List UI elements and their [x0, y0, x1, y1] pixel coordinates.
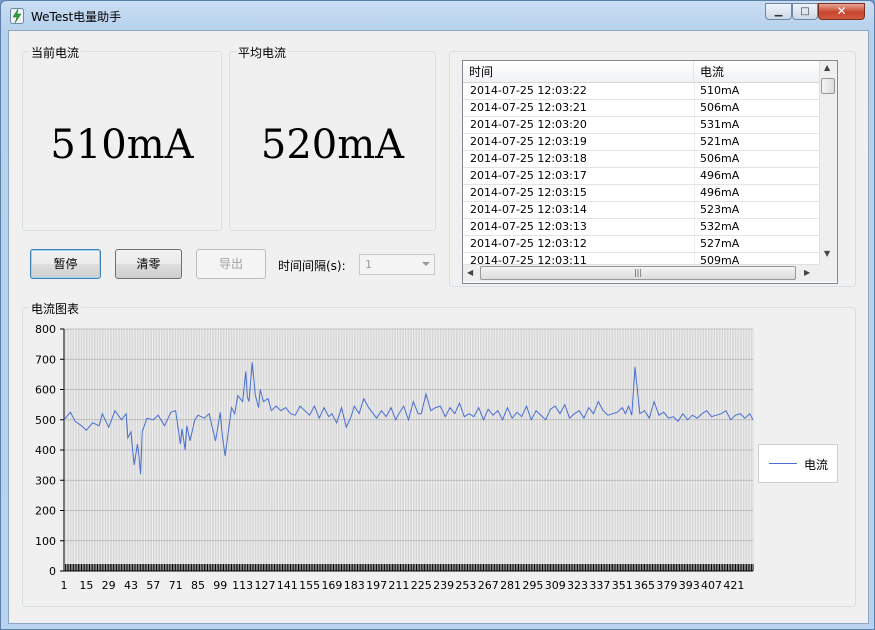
x-tick-label: 337	[589, 579, 610, 592]
x-tick-label: 239	[433, 579, 454, 592]
x-tick-label: 253	[455, 579, 476, 592]
x-tick-label: 99	[213, 579, 227, 592]
x-tick-label: 407	[701, 579, 722, 592]
y-tick-label: 700	[35, 353, 56, 366]
title-bar[interactable]: WeTest电量助手 ▁ □ ✕	[1, 1, 874, 29]
x-tick-label: 281	[500, 579, 521, 592]
x-tick-label: 295	[522, 579, 543, 592]
y-tick-label: 200	[35, 505, 56, 518]
lightning-bolt-icon	[10, 8, 24, 24]
x-tick-label: 85	[191, 579, 205, 592]
x-tick-label: 29	[102, 579, 116, 592]
x-tick-label: 323	[567, 579, 588, 592]
y-tick-label: 100	[35, 535, 56, 548]
legend-line-swatch	[769, 463, 797, 464]
x-tick-label: 225	[411, 579, 432, 592]
x-tick-label: 421	[723, 579, 744, 592]
x-tick-label: 127	[254, 579, 275, 592]
y-tick-label: 400	[35, 444, 56, 457]
y-tick-label: 800	[35, 323, 56, 336]
x-tick-label: 71	[169, 579, 183, 592]
window-title: WeTest电量助手	[31, 10, 122, 24]
x-tick-label: 183	[344, 579, 365, 592]
x-tick-label: 351	[612, 579, 633, 592]
minimize-button[interactable]: ▁	[765, 3, 792, 20]
x-tick-label: 169	[321, 579, 342, 592]
x-tick-label: 267	[478, 579, 499, 592]
main-window: WeTest电量助手 ▁ □ ✕ 当前电流 510mA 平均电流 520mA 暂…	[0, 0, 875, 630]
x-tick-label: 57	[146, 579, 160, 592]
x-tick-label: 211	[388, 579, 409, 592]
y-tick-label: 0	[49, 565, 56, 578]
x-tick-label: 141	[277, 579, 298, 592]
y-tick-label: 600	[35, 384, 56, 397]
y-tick-label: 500	[35, 414, 56, 427]
legend-label: 电流	[804, 458, 829, 472]
x-tick-label: 379	[656, 579, 677, 592]
x-tick-label: 43	[124, 579, 138, 592]
x-tick-label: 15	[79, 579, 93, 592]
x-minor-ticks	[63, 564, 754, 571]
x-tick-label: 393	[679, 579, 700, 592]
x-tick-label: 309	[545, 579, 566, 592]
x-tick-label: 1	[61, 579, 68, 592]
maximize-button[interactable]: □	[792, 3, 818, 20]
current-line-chart: 0 100 200 300 400 500 600 700 800 1 15 29 43 57 71 85 99…	[35, 323, 754, 592]
x-tick-label: 197	[366, 579, 387, 592]
close-button[interactable]: ✕	[818, 3, 865, 20]
x-tick-label: 113	[232, 579, 253, 592]
x-tick-label: 365	[634, 579, 655, 592]
x-tick-label: 155	[299, 579, 320, 592]
y-tick-label: 300	[35, 474, 56, 487]
chart-legend: 电流	[758, 444, 838, 483]
client-area: 当前电流 510mA 平均电流 520mA 暂停 清零 导出 时间间隔(s): …	[8, 30, 869, 624]
